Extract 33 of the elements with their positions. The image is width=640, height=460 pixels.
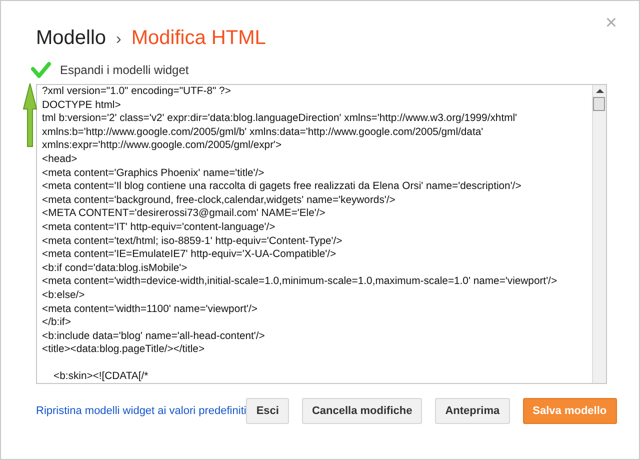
code-line: <meta content='width=1100' name='viewport'/> bbox=[42, 302, 258, 316]
code-line: tml b:version='2' class='v2' expr:dir='data:blog.languageDirection' xmlns='http://www.w3.org/1999/xhtml' bbox=[42, 112, 518, 126]
code-line: <head> bbox=[42, 152, 78, 167]
code-line: <b:include data='blog' name='all-head-content'/> bbox=[42, 330, 266, 344]
breadcrumb-separator: › bbox=[116, 30, 122, 50]
reset-link[interactable]: Ripristina modelli widget ai valori predefiniti bbox=[36, 402, 246, 420]
dialog-button[interactable]: Cancella modifiche bbox=[302, 398, 422, 424]
page-title: Modifica HTML bbox=[131, 26, 266, 51]
code-line: <title><data:blog.pageTitle/></title> bbox=[42, 343, 206, 357]
scrollbar[interactable] bbox=[592, 85, 606, 383]
checkbox[interactable] bbox=[30, 61, 52, 79]
breadcrumb-link[interactable]: Modello bbox=[36, 23, 106, 53]
code-line: <meta content='width=device-width,initial-scale=1.0,minimum-scale=1.0,maximum-scale=1.0' name='viewport'/> bbox=[42, 275, 558, 289]
code-line: xmlns:expr='http://www.google.com/2005/gml/expr'> bbox=[42, 139, 283, 153]
code-line: </b:if> bbox=[42, 316, 72, 330]
code-line: <meta content='IE=EmulateIE7' http-equiv='X-UA-Compatible'/> bbox=[42, 248, 338, 262]
dialog-button[interactable]: Esci bbox=[246, 398, 289, 424]
checkbox-label: Espandi i modelli widget bbox=[60, 62, 189, 79]
code-line: <META CONTENT='desirerossi73@gmail.com' NAME='Ele'/> bbox=[42, 207, 326, 221]
code-line: <b:skin><![CDATA[/* bbox=[52, 370, 150, 383]
code-line: <meta content='text/html; iso-8859-1' http-equiv='Content-Type'/> bbox=[42, 234, 344, 248]
code-editor[interactable] bbox=[36, 84, 607, 384]
code-line: DOCTYPE html> bbox=[42, 98, 122, 112]
code-line: <meta content='Il blog contiene una raccolta di gagets free realizzati da Elena Orsi' name='description'/> bbox=[42, 180, 522, 194]
arrow-icon bbox=[23, 83, 37, 147]
code-line: <b:if cond='data:blog.isMobile'> bbox=[42, 262, 188, 276]
dialog-button[interactable]: Anteprima bbox=[435, 398, 510, 424]
code-line: <b:else/> bbox=[42, 288, 86, 302]
code-line: <meta content='background, free-clock,calendar,widgets' name='keywords'/> bbox=[42, 194, 396, 208]
code-line: <meta content='IT' http-equiv='content-language'/> bbox=[42, 220, 276, 235]
code-line: <meta content='Graphics Phoenix' name='title'/> bbox=[42, 166, 266, 180]
code-line: ?xml version="1.0" encoding="UTF-8" ?> bbox=[42, 85, 232, 99]
code-line: xmlns:b='http://www.google.com/2005/gml/b' xmlns:data='http://www.google.com/2005/gml/data' bbox=[42, 126, 484, 140]
